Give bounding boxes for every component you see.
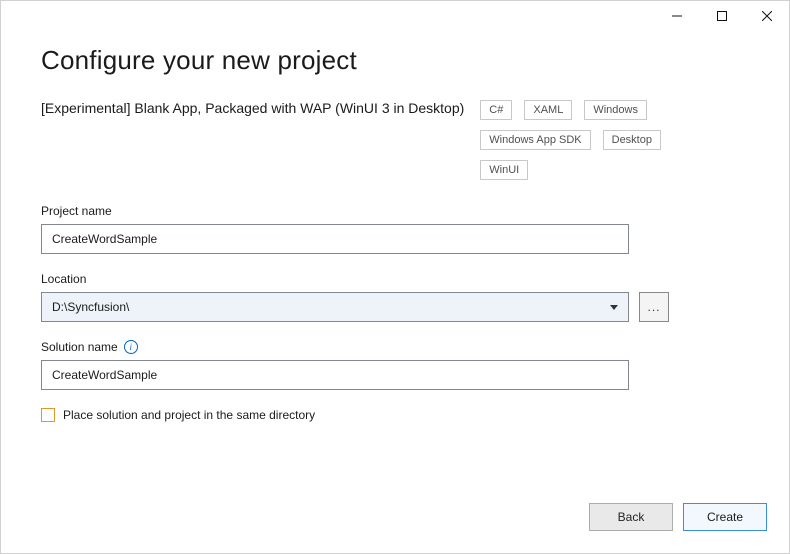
close-button[interactable] xyxy=(744,1,789,31)
create-button[interactable]: Create xyxy=(683,503,767,531)
project-name-group: Project name xyxy=(41,204,749,254)
same-directory-checkbox[interactable] xyxy=(41,408,55,422)
project-name-label: Project name xyxy=(41,204,749,218)
chevron-down-icon xyxy=(610,305,618,310)
same-directory-label: Place solution and project in the same d… xyxy=(63,408,315,422)
template-tag: Desktop xyxy=(603,130,661,150)
solution-name-group: Solution name i xyxy=(41,340,749,390)
same-directory-row: Place solution and project in the same d… xyxy=(41,408,749,422)
solution-name-label-text: Solution name xyxy=(41,340,118,354)
location-combobox[interactable]: D:\Syncfusion\ xyxy=(41,292,629,322)
location-value: D:\Syncfusion\ xyxy=(52,300,129,314)
footer-buttons: Back Create xyxy=(589,503,767,531)
template-tag: XAML xyxy=(524,100,572,120)
window-controls xyxy=(654,1,789,31)
page-title: Configure your new project xyxy=(41,45,749,76)
maximize-button[interactable] xyxy=(699,1,744,31)
location-group: Location D:\Syncfusion\ ... xyxy=(41,272,749,322)
browse-button[interactable]: ... xyxy=(639,292,669,322)
template-tag: C# xyxy=(480,100,512,120)
project-name-input[interactable] xyxy=(41,224,629,254)
template-tag: Windows xyxy=(584,100,647,120)
template-tag: WinUI xyxy=(480,160,528,180)
template-tag: Windows App SDK xyxy=(480,130,590,150)
content-area: Configure your new project [Experimental… xyxy=(1,45,789,422)
info-icon[interactable]: i xyxy=(124,340,138,354)
solution-name-label: Solution name i xyxy=(41,340,749,354)
minimize-button[interactable] xyxy=(654,1,699,31)
template-row: [Experimental] Blank App, Packaged with … xyxy=(41,98,749,180)
location-label: Location xyxy=(41,272,749,286)
template-name: [Experimental] Blank App, Packaged with … xyxy=(41,98,464,118)
back-button[interactable]: Back xyxy=(589,503,673,531)
title-bar xyxy=(1,1,789,31)
template-tags: C# XAML Windows Windows App SDK Desktop … xyxy=(480,100,690,180)
solution-name-input[interactable] xyxy=(41,360,629,390)
